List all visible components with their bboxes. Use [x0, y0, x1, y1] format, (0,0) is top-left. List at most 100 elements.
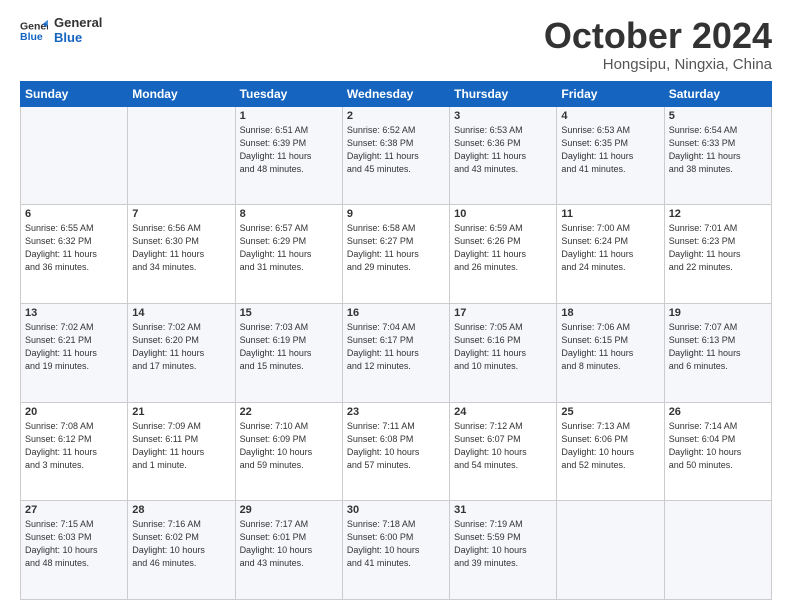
calendar-cell: [557, 501, 664, 600]
calendar-cell: [21, 106, 128, 205]
day-info: Sunrise: 6:56 AM Sunset: 6:30 PM Dayligh…: [132, 222, 230, 274]
calendar-cell: 27 Sunrise: 7:15 AM Sunset: 6:03 PM Dayli…: [21, 501, 128, 600]
calendar-cell: 10 Sunrise: 6:59 AM Sunset: 6:26 PM Dayli…: [450, 205, 557, 304]
weekday-header-friday: Friday: [557, 81, 664, 106]
month-title: October 2024: [544, 16, 772, 56]
day-number: 22: [240, 406, 338, 418]
day-info: Sunrise: 7:19 AM Sunset: 5:59 PM Dayligh…: [454, 518, 552, 570]
calendar-week-1: 1 Sunrise: 6:51 AM Sunset: 6:39 PM Daylig…: [21, 106, 772, 205]
calendar-cell: 14 Sunrise: 7:02 AM Sunset: 6:20 PM Dayli…: [128, 303, 235, 402]
day-info: Sunrise: 6:51 AM Sunset: 6:39 PM Dayligh…: [240, 124, 338, 176]
day-number: 18: [561, 307, 659, 319]
day-info: Sunrise: 7:03 AM Sunset: 6:19 PM Dayligh…: [240, 321, 338, 373]
calendar-cell: 26 Sunrise: 7:14 AM Sunset: 6:04 PM Dayli…: [664, 402, 771, 501]
calendar-week-3: 13 Sunrise: 7:02 AM Sunset: 6:21 PM Dayli…: [21, 303, 772, 402]
weekday-header-sunday: Sunday: [21, 81, 128, 106]
weekday-header-saturday: Saturday: [664, 81, 771, 106]
day-info: Sunrise: 7:02 AM Sunset: 6:20 PM Dayligh…: [132, 321, 230, 373]
day-number: 12: [669, 208, 767, 220]
day-number: 13: [25, 307, 123, 319]
day-info: Sunrise: 7:16 AM Sunset: 6:02 PM Dayligh…: [132, 518, 230, 570]
day-info: Sunrise: 7:15 AM Sunset: 6:03 PM Dayligh…: [25, 518, 123, 570]
day-number: 10: [454, 208, 552, 220]
calendar-cell: 11Sunrise: 7:00 AM Sunset: 6:24 PM Dayli…: [557, 205, 664, 304]
day-number: 24: [454, 406, 552, 418]
day-number: 30: [347, 504, 445, 516]
title-block: October 2024 Hongsipu, Ningxia, China: [544, 16, 772, 73]
calendar-table: SundayMondayTuesdayWednesdayThursdayFrid…: [20, 81, 772, 600]
day-info: Sunrise: 7:05 AM Sunset: 6:16 PM Dayligh…: [454, 321, 552, 373]
calendar-cell: 29Sunrise: 7:17 AM Sunset: 6:01 PM Dayli…: [235, 501, 342, 600]
day-number: 5: [669, 110, 767, 122]
calendar-cell: 17 Sunrise: 7:05 AM Sunset: 6:16 PM Dayli…: [450, 303, 557, 402]
calendar-cell: [664, 501, 771, 600]
svg-text:Blue: Blue: [20, 31, 43, 43]
calendar-week-4: 20Sunrise: 7:08 AM Sunset: 6:12 PM Dayli…: [21, 402, 772, 501]
day-info: Sunrise: 7:02 AM Sunset: 6:21 PM Dayligh…: [25, 321, 123, 373]
calendar-cell: 20Sunrise: 7:08 AM Sunset: 6:12 PM Dayli…: [21, 402, 128, 501]
day-number: 15: [240, 307, 338, 319]
day-number: 9: [347, 208, 445, 220]
day-info: Sunrise: 7:00 AM Sunset: 6:24 PM Dayligh…: [561, 222, 659, 274]
day-number: 28: [132, 504, 230, 516]
calendar-cell: 6Sunrise: 6:55 AM Sunset: 6:32 PM Daylig…: [21, 205, 128, 304]
day-info: Sunrise: 6:59 AM Sunset: 6:26 PM Dayligh…: [454, 222, 552, 274]
header: General Blue General Blue October 2024 H…: [20, 16, 772, 73]
calendar-cell: 22 Sunrise: 7:10 AM Sunset: 6:09 PM Dayli…: [235, 402, 342, 501]
calendar-cell: 5 Sunrise: 6:54 AM Sunset: 6:33 PM Daylig…: [664, 106, 771, 205]
day-info: Sunrise: 7:11 AM Sunset: 6:08 PM Dayligh…: [347, 420, 445, 472]
day-info: Sunrise: 6:53 AM Sunset: 6:35 PM Dayligh…: [561, 124, 659, 176]
location-subtitle: Hongsipu, Ningxia, China: [544, 56, 772, 73]
logo: General Blue General Blue: [20, 16, 102, 46]
calendar-cell: 16 Sunrise: 7:04 AM Sunset: 6:17 PM Dayli…: [342, 303, 449, 402]
day-number: 29: [240, 504, 338, 516]
day-number: 26: [669, 406, 767, 418]
day-info: Sunrise: 7:09 AM Sunset: 6:11 PM Dayligh…: [132, 420, 230, 472]
day-number: 16: [347, 307, 445, 319]
day-number: 14: [132, 307, 230, 319]
calendar-cell: 3Sunrise: 6:53 AM Sunset: 6:36 PM Daylig…: [450, 106, 557, 205]
day-number: 8: [240, 208, 338, 220]
calendar-cell: 21 Sunrise: 7:09 AM Sunset: 6:11 PM Dayli…: [128, 402, 235, 501]
calendar-cell: 8 Sunrise: 6:57 AM Sunset: 6:29 PM Daylig…: [235, 205, 342, 304]
calendar-cell: 31 Sunrise: 7:19 AM Sunset: 5:59 PM Dayli…: [450, 501, 557, 600]
calendar-cell: 23 Sunrise: 7:11 AM Sunset: 6:08 PM Dayli…: [342, 402, 449, 501]
calendar-cell: 24 Sunrise: 7:12 AM Sunset: 6:07 PM Dayli…: [450, 402, 557, 501]
day-info: Sunrise: 6:57 AM Sunset: 6:29 PM Dayligh…: [240, 222, 338, 274]
calendar-cell: [128, 106, 235, 205]
weekday-header-wednesday: Wednesday: [342, 81, 449, 106]
calendar-cell: 7Sunrise: 6:56 AM Sunset: 6:30 PM Daylig…: [128, 205, 235, 304]
weekday-header-thursday: Thursday: [450, 81, 557, 106]
day-info: Sunrise: 7:10 AM Sunset: 6:09 PM Dayligh…: [240, 420, 338, 472]
day-number: 31: [454, 504, 552, 516]
logo-icon: General Blue: [20, 17, 48, 45]
day-number: 23: [347, 406, 445, 418]
day-info: Sunrise: 7:01 AM Sunset: 6:23 PM Dayligh…: [669, 222, 767, 274]
calendar-cell: 4 Sunrise: 6:53 AM Sunset: 6:35 PM Daylig…: [557, 106, 664, 205]
calendar-body: 1 Sunrise: 6:51 AM Sunset: 6:39 PM Daylig…: [21, 106, 772, 599]
calendar-cell: 9 Sunrise: 6:58 AM Sunset: 6:27 PM Daylig…: [342, 205, 449, 304]
calendar-cell: 18Sunrise: 7:06 AM Sunset: 6:15 PM Dayli…: [557, 303, 664, 402]
day-number: 27: [25, 504, 123, 516]
day-number: 1: [240, 110, 338, 122]
day-info: Sunrise: 7:14 AM Sunset: 6:04 PM Dayligh…: [669, 420, 767, 472]
day-number: 20: [25, 406, 123, 418]
calendar-cell: 30 Sunrise: 7:18 AM Sunset: 6:00 PM Dayli…: [342, 501, 449, 600]
logo-line1: General: [54, 16, 102, 31]
day-info: Sunrise: 6:58 AM Sunset: 6:27 PM Dayligh…: [347, 222, 445, 274]
calendar-cell: 13 Sunrise: 7:02 AM Sunset: 6:21 PM Dayli…: [21, 303, 128, 402]
calendar-cell: 12 Sunrise: 7:01 AM Sunset: 6:23 PM Dayli…: [664, 205, 771, 304]
day-info: Sunrise: 7:04 AM Sunset: 6:17 PM Dayligh…: [347, 321, 445, 373]
day-number: 17: [454, 307, 552, 319]
day-info: Sunrise: 7:18 AM Sunset: 6:00 PM Dayligh…: [347, 518, 445, 570]
day-info: Sunrise: 7:12 AM Sunset: 6:07 PM Dayligh…: [454, 420, 552, 472]
day-info: Sunrise: 6:54 AM Sunset: 6:33 PM Dayligh…: [669, 124, 767, 176]
calendar-cell: 1 Sunrise: 6:51 AM Sunset: 6:39 PM Daylig…: [235, 106, 342, 205]
day-number: 19: [669, 307, 767, 319]
day-info: Sunrise: 7:07 AM Sunset: 6:13 PM Dayligh…: [669, 321, 767, 373]
day-number: 4: [561, 110, 659, 122]
day-info: Sunrise: 7:13 AM Sunset: 6:06 PM Dayligh…: [561, 420, 659, 472]
calendar-week-5: 27 Sunrise: 7:15 AM Sunset: 6:03 PM Dayli…: [21, 501, 772, 600]
day-info: Sunrise: 6:52 AM Sunset: 6:38 PM Dayligh…: [347, 124, 445, 176]
day-number: 21: [132, 406, 230, 418]
